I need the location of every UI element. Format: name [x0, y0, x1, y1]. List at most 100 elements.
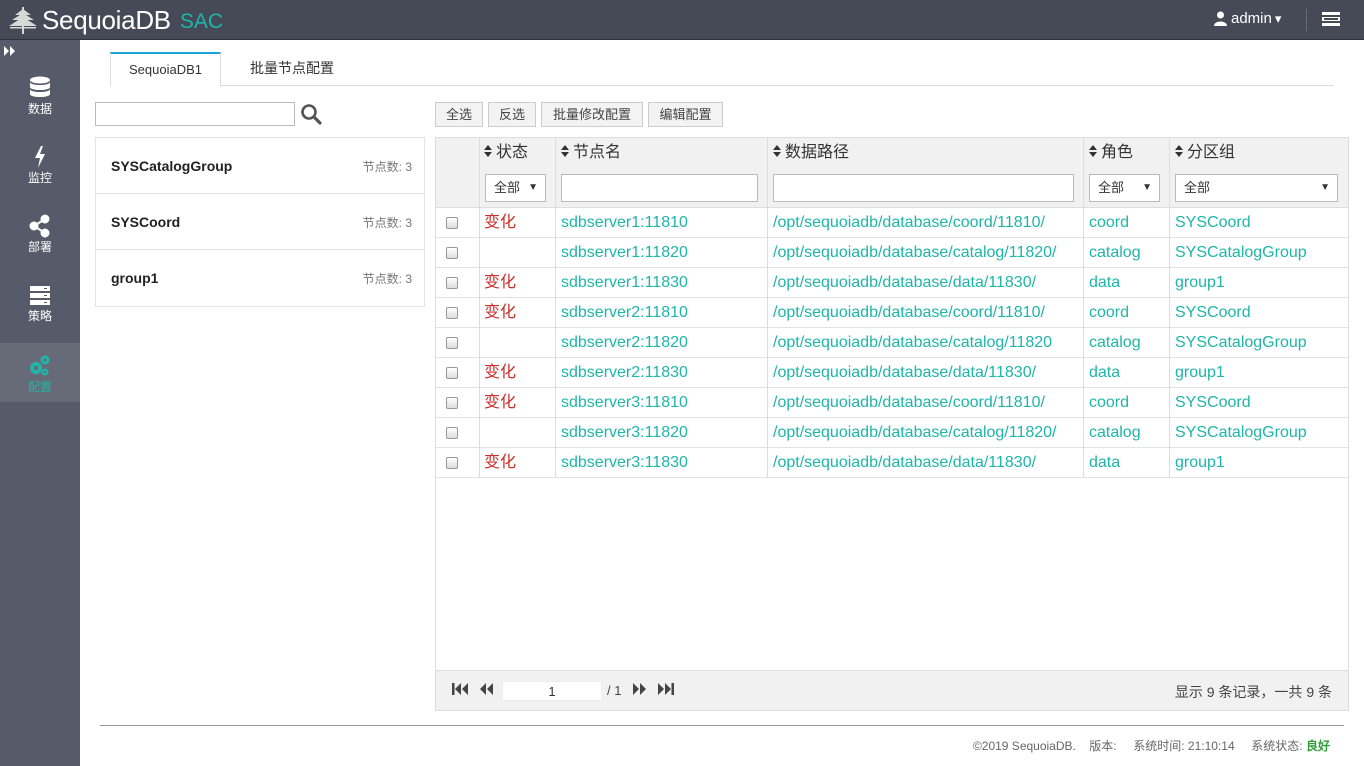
- cell-node[interactable]: sdbserver3:11820: [561, 418, 761, 448]
- cell-path[interactable]: /opt/sequoiadb/database/data/11830/: [773, 268, 1078, 298]
- cell-group[interactable]: SYSCatalogGroup: [1175, 418, 1345, 448]
- cell-group[interactable]: SYSCatalogGroup: [1175, 238, 1345, 268]
- cell-node[interactable]: sdbserver2:11820: [561, 328, 761, 358]
- cell-group[interactable]: SYSCatalogGroup: [1175, 328, 1345, 358]
- cell-path[interactable]: /opt/sequoiadb/database/coord/11810/: [773, 298, 1078, 328]
- cell-path[interactable]: /opt/sequoiadb/database/catalog/11820/: [773, 418, 1078, 448]
- sidebar-item-monitor[interactable]: 监控: [0, 145, 80, 203]
- column-header-node[interactable]: 节点名: [561, 138, 621, 168]
- list-item[interactable]: group1 节点数: 3: [96, 250, 424, 306]
- node-filter-input[interactable]: [561, 174, 758, 202]
- search-input[interactable]: [95, 102, 295, 126]
- cell-node[interactable]: sdbserver2:11830: [561, 358, 761, 388]
- cell-group[interactable]: group1: [1175, 448, 1345, 478]
- divider: [555, 448, 556, 478]
- cell-node[interactable]: sdbserver3:11810: [561, 388, 761, 418]
- cell-group[interactable]: group1: [1175, 358, 1345, 388]
- cell-role[interactable]: catalog: [1089, 328, 1165, 358]
- table-row[interactable]: sdbserver1:11820/opt/sequoiadb/database/…: [436, 238, 1348, 268]
- table-row[interactable]: 变化 sdbserver2:11830/opt/sequoiadb/databas…: [436, 358, 1348, 388]
- invert-selection-button[interactable]: 反选: [488, 102, 536, 127]
- row-checkbox[interactable]: [446, 277, 458, 289]
- cell-path[interactable]: /opt/sequoiadb/database/coord/11810/: [773, 208, 1078, 238]
- divider: [1169, 298, 1170, 328]
- list-item[interactable]: SYSCatalogGroup 节点数: 3: [96, 138, 424, 194]
- divider: [767, 328, 768, 358]
- table-row[interactable]: 变化 sdbserver3:11810/opt/sequoiadb/databas…: [436, 388, 1348, 418]
- tree-logo-icon: [9, 7, 37, 34]
- divider: [479, 328, 480, 358]
- cell-node[interactable]: sdbserver2:11810: [561, 298, 761, 328]
- node-count: 节点数: 3: [362, 160, 412, 174]
- row-checkbox[interactable]: [446, 337, 458, 349]
- row-checkbox[interactable]: [446, 397, 458, 409]
- database-icon: [30, 76, 50, 97]
- column-header-group[interactable]: 分区组: [1175, 138, 1235, 168]
- column-header-path[interactable]: 数据路径: [773, 138, 849, 168]
- cell-path[interactable]: /opt/sequoiadb/database/coord/11810/: [773, 388, 1078, 418]
- table-row[interactable]: sdbserver2:11820/opt/sequoiadb/database/…: [436, 328, 1348, 358]
- cell-role[interactable]: data: [1089, 358, 1165, 388]
- table-row[interactable]: sdbserver3:11820/opt/sequoiadb/database/…: [436, 418, 1348, 448]
- row-checkbox[interactable]: [446, 307, 458, 319]
- tab-sequoiadb1[interactable]: SequoiaDB1: [110, 52, 221, 87]
- cell-path[interactable]: /opt/sequoiadb/database/catalog/11820: [773, 328, 1078, 358]
- previous-page-icon[interactable]: [479, 683, 493, 695]
- role-filter-select[interactable]: 全部 ▼: [1089, 174, 1160, 202]
- table-row[interactable]: 变化 sdbserver1:11830/opt/sequoiadb/databas…: [436, 268, 1348, 298]
- row-checkbox[interactable]: [446, 247, 458, 259]
- select-all-button[interactable]: 全选: [435, 102, 483, 127]
- table-row[interactable]: 变化 sdbserver1:11810/opt/sequoiadb/databas…: [436, 208, 1348, 238]
- list-item[interactable]: SYSCoord 节点数: 3: [96, 194, 424, 250]
- batch-modify-config-button[interactable]: 批量修改配置: [541, 102, 643, 127]
- table-row[interactable]: 变化 sdbserver3:11830/opt/sequoiadb/databas…: [436, 448, 1348, 478]
- cell-role[interactable]: coord: [1089, 298, 1165, 328]
- cell-path[interactable]: /opt/sequoiadb/database/data/11830/: [773, 448, 1078, 478]
- sidebar-item-strategy[interactable]: 策略: [0, 283, 80, 341]
- cell-group[interactable]: SYSCoord: [1175, 298, 1345, 328]
- share-icon: [29, 214, 50, 238]
- cell-role[interactable]: data: [1089, 268, 1165, 298]
- cell-group[interactable]: SYSCoord: [1175, 208, 1345, 238]
- first-page-icon[interactable]: [452, 683, 468, 695]
- status-filter-select[interactable]: 全部 ▼: [485, 174, 546, 202]
- cell-role[interactable]: data: [1089, 448, 1165, 478]
- menu-icon[interactable]: [1322, 11, 1340, 30]
- cell-role[interactable]: coord: [1089, 208, 1165, 238]
- logo[interactable]: SequoiaDB SAC: [8, 4, 223, 36]
- cell-role[interactable]: catalog: [1089, 238, 1165, 268]
- group-filter-select[interactable]: 全部 ▼: [1175, 174, 1338, 202]
- search-icon[interactable]: [300, 103, 322, 128]
- next-page-icon[interactable]: [633, 683, 647, 695]
- table-row[interactable]: 变化 sdbserver2:11810/opt/sequoiadb/databas…: [436, 298, 1348, 328]
- cell-group[interactable]: group1: [1175, 268, 1345, 298]
- cell-path[interactable]: /opt/sequoiadb/database/catalog/11820/: [773, 238, 1078, 268]
- divider: [1083, 418, 1084, 448]
- double-chevron-right-icon[interactable]: [4, 44, 16, 59]
- divider: [1083, 298, 1084, 328]
- sidebar-item-data[interactable]: 数据: [0, 76, 80, 134]
- cell-node[interactable]: sdbserver3:11830: [561, 448, 761, 478]
- column-header-role[interactable]: 角色: [1089, 138, 1133, 168]
- row-checkbox[interactable]: [446, 457, 458, 469]
- cell-node[interactable]: sdbserver1:11830: [561, 268, 761, 298]
- tab-batch-node-config[interactable]: 批量节点配置: [232, 52, 352, 86]
- cell-group[interactable]: SYSCoord: [1175, 388, 1345, 418]
- page-number-input[interactable]: 1: [502, 681, 602, 701]
- cell-node[interactable]: sdbserver1:11820: [561, 238, 761, 268]
- row-checkbox[interactable]: [446, 217, 458, 229]
- path-filter-input[interactable]: [773, 174, 1074, 202]
- cell-role[interactable]: catalog: [1089, 418, 1165, 448]
- sidebar-item-deploy[interactable]: 部署: [0, 214, 80, 272]
- column-header-status[interactable]: 状态: [484, 138, 528, 168]
- user-menu[interactable]: admin ▾: [1214, 10, 1281, 27]
- last-page-icon[interactable]: [658, 683, 674, 695]
- row-checkbox[interactable]: [446, 367, 458, 379]
- cell-role[interactable]: coord: [1089, 388, 1165, 418]
- cell-node[interactable]: sdbserver1:11810: [561, 208, 761, 238]
- edit-config-button[interactable]: 编辑配置: [648, 102, 723, 127]
- sidebar-item-config[interactable]: 配置: [0, 343, 80, 402]
- cell-path[interactable]: /opt/sequoiadb/database/data/11830/: [773, 358, 1078, 388]
- divider: [1083, 448, 1084, 478]
- row-checkbox[interactable]: [446, 427, 458, 439]
